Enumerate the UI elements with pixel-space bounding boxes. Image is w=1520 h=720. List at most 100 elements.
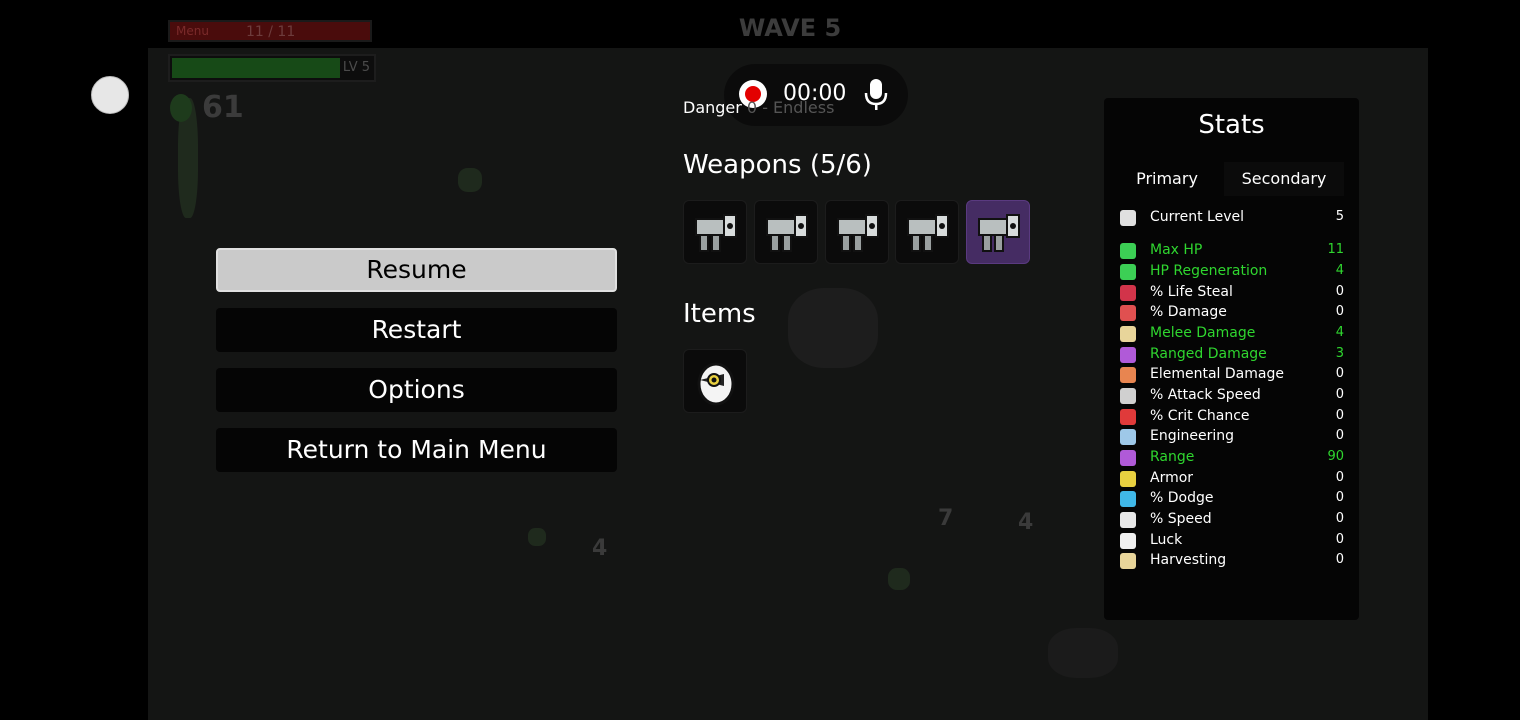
stat-value: 5	[1335, 209, 1344, 224]
stat-row: % Crit Chance 0	[1118, 407, 1344, 427]
stat-name: % Speed	[1150, 511, 1212, 527]
weapon-slot[interactable]	[754, 200, 818, 264]
stat-value: 0	[1335, 304, 1344, 319]
stat-name: Melee Damage	[1150, 325, 1256, 341]
stat-row: Range 90	[1118, 448, 1344, 468]
stat-name: Ranged Damage	[1150, 346, 1267, 362]
weapon-slot[interactable]	[895, 200, 959, 264]
stat-value: 0	[1335, 532, 1344, 547]
stat-row: % Attack Speed 0	[1118, 386, 1344, 406]
materials-counter: 61	[170, 90, 244, 125]
weapon-slot[interactable]	[966, 200, 1030, 264]
stat-name: Luck	[1150, 532, 1183, 548]
stat-value: 0	[1335, 366, 1344, 381]
weapon-slot[interactable]	[683, 200, 747, 264]
stat-row: % Speed 0	[1118, 510, 1344, 530]
stat-row: Max HP 11	[1118, 241, 1344, 261]
tab-secondary[interactable]: Secondary	[1224, 162, 1344, 196]
minigun-icon	[695, 214, 737, 252]
stat-icon	[1120, 429, 1136, 445]
stat-row: Armor 0	[1118, 469, 1344, 489]
danger-level: Danger 0 - Endless	[683, 98, 834, 117]
options-button[interactable]: Options	[216, 368, 617, 412]
stat-icon	[1120, 491, 1136, 507]
health-bar: Menu 11 / 11	[168, 20, 372, 42]
stat-row: % Life Steal 0	[1118, 283, 1344, 303]
stat-row: % Damage 0	[1118, 303, 1344, 323]
tab-primary[interactable]: Primary	[1122, 162, 1212, 196]
material-drop	[888, 568, 910, 590]
enemy-shadow	[1048, 628, 1118, 678]
stat-value: 0	[1335, 284, 1344, 299]
weapon-slot[interactable]	[825, 200, 889, 264]
stat-icon	[1120, 533, 1136, 549]
stat-icon	[1120, 367, 1136, 383]
stat-name: % Crit Chance	[1150, 408, 1250, 424]
return-to-main-menu-button[interactable]: Return to Main Menu	[216, 428, 617, 472]
items-title: Items	[683, 299, 756, 329]
stat-name: Armor	[1150, 470, 1194, 486]
stat-row: Engineering 0	[1118, 427, 1344, 447]
stat-icon	[1120, 210, 1136, 226]
danger-label: Danger	[683, 98, 742, 117]
stat-name: % Dodge	[1150, 490, 1214, 506]
stat-row: HP Regeneration 4	[1118, 262, 1344, 282]
danger-mode: 0 - Endless	[741, 98, 835, 117]
experience-bar: LV 5	[168, 54, 376, 82]
damage-number: 4	[1018, 510, 1034, 535]
restart-button[interactable]: Restart	[216, 308, 617, 352]
stat-name: Range	[1150, 449, 1195, 465]
resume-button[interactable]: Resume	[216, 248, 617, 292]
stat-icon	[1120, 285, 1136, 301]
stat-icon	[1120, 553, 1136, 569]
stat-name: Max HP	[1150, 242, 1203, 258]
floating-assist-button[interactable]	[91, 76, 129, 114]
stat-name: Engineering	[1150, 428, 1234, 444]
stat-icon	[1120, 305, 1136, 321]
stat-row: Ranged Damage 3	[1118, 345, 1344, 365]
level-label: LV 5	[342, 60, 370, 75]
stat-name: Elemental Damage	[1150, 366, 1284, 382]
item-slot[interactable]	[683, 349, 747, 413]
minigun-icon	[978, 214, 1020, 252]
penguin-egg-icon	[697, 362, 735, 406]
stat-row: Elemental Damage 0	[1118, 365, 1344, 385]
materials-value: 61	[202, 90, 244, 125]
stat-icon	[1120, 264, 1136, 280]
stat-value: 0	[1335, 511, 1344, 526]
stat-value: 0	[1335, 428, 1344, 443]
stat-icon	[1120, 347, 1136, 363]
material-drop	[528, 528, 546, 546]
damage-number: 4	[592, 536, 608, 561]
stat-value: 0	[1335, 470, 1344, 485]
stat-row: Current Level 5	[1118, 208, 1344, 228]
stat-name: % Attack Speed	[1150, 387, 1261, 403]
minigun-icon	[766, 214, 808, 252]
stat-icon	[1120, 409, 1136, 425]
health-bar-label: Menu	[176, 24, 209, 38]
stat-icon	[1120, 512, 1136, 528]
stat-name: Current Level	[1150, 209, 1244, 225]
stat-icon	[1120, 471, 1136, 487]
weapons-title: Weapons (5/6)	[683, 150, 872, 180]
stat-value: 0	[1335, 387, 1344, 402]
health-value: 11 / 11	[246, 24, 296, 40]
stat-row: % Dodge 0	[1118, 489, 1344, 509]
stat-value: 4	[1335, 325, 1344, 340]
stat-value: 90	[1327, 449, 1344, 464]
stat-value: 4	[1335, 263, 1344, 278]
stats-panel: Stats Primary Secondary Current Level 5 Ma…	[1104, 98, 1359, 620]
stat-name: % Life Steal	[1150, 284, 1233, 300]
stat-icon	[1120, 326, 1136, 342]
material-icon	[170, 93, 192, 122]
stats-title: Stats	[1198, 110, 1265, 140]
stat-value: 3	[1335, 346, 1344, 361]
minigun-icon	[907, 214, 949, 252]
microphone-icon[interactable]	[864, 78, 888, 112]
stat-value: 0	[1335, 552, 1344, 567]
stat-icon	[1120, 450, 1136, 466]
stat-row: Melee Damage 4	[1118, 324, 1344, 344]
stat-name: Harvesting	[1150, 552, 1227, 568]
stat-icon	[1120, 243, 1136, 259]
damage-number: 7	[938, 506, 954, 531]
